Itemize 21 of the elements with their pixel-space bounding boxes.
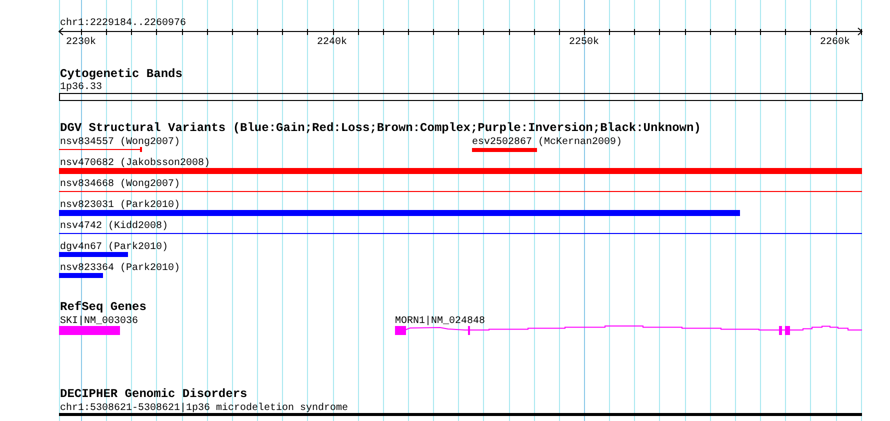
- feature-label: esv2502867 (McKernan2009): [472, 137, 622, 148]
- feature-label: nsv470682 (Jakobsson2008): [60, 158, 210, 169]
- tick-label: 2230k: [66, 37, 96, 48]
- feature-label: nsv834668 (Wong2007): [60, 179, 180, 190]
- track-title: DGV Structural Variants (Blue:Gain;Red:Loss;Brown:Complex;Purple:Inversion;Black:Unknown): [60, 121, 701, 135]
- feature-label: chr1:5308621-5308621|1p36 microdeletion syndrome: [60, 403, 348, 414]
- tick-label: 2250k: [569, 37, 599, 48]
- feature-label: nsv823031 (Park2010): [60, 200, 180, 211]
- tick-label: 2260k: [820, 37, 850, 48]
- track-title: Cytogenetic Bands: [60, 67, 182, 81]
- feature-label: nsv823364 (Park2010): [60, 263, 180, 274]
- tick-label: 2240k: [317, 37, 347, 48]
- feature-label: 1p36.33: [60, 82, 102, 93]
- range-label: chr1:2229184..2260976: [60, 18, 186, 29]
- track-title: DECIPHER Genomic Disorders: [60, 387, 248, 401]
- feature-label: nsv834557 (Wong2007): [60, 137, 180, 148]
- feature-label: nsv4742 (Kidd2008): [60, 221, 168, 232]
- feature-label: MORN1|NM_024848: [395, 316, 486, 327]
- feature-label: SKI|NM_003036: [60, 316, 138, 327]
- track-title: RefSeq Genes: [60, 300, 146, 314]
- feature-label: dgv4n67 (Park2010): [60, 242, 168, 253]
